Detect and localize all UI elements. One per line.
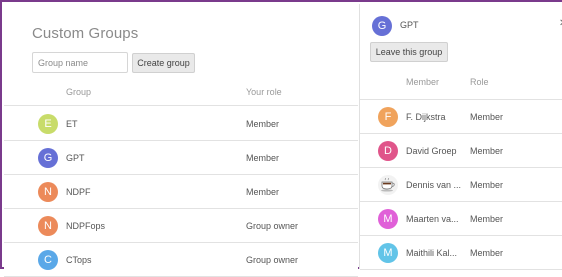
group-avatar: G [38, 148, 58, 168]
member-name: Maithili Kal... [406, 248, 458, 258]
group-avatar: N [38, 216, 58, 236]
coffee-cup-icon [378, 175, 398, 195]
group-avatar-initial: N [44, 220, 52, 232]
member-avatar-initial: M [383, 213, 393, 225]
group-name: NDPFops [66, 221, 106, 231]
column-header-member: Member [406, 77, 440, 87]
column-header-role: Role [470, 77, 489, 87]
member-role: Member [470, 248, 504, 258]
member-avatar-initial: M [383, 247, 393, 259]
member-row[interactable]: M Maithili Kal... Member [360, 236, 562, 270]
member-name: F. Dijkstra [406, 112, 446, 122]
leave-group-button[interactable]: Leave this group [370, 42, 448, 62]
group-avatar-initial: G [43, 152, 53, 164]
groups-panel: Custom Groups Create group Group Your ro… [4, 4, 358, 277]
group-role: Group owner [246, 255, 299, 265]
group-avatar: N [38, 182, 58, 202]
member-row[interactable]: Dennis van ... Member [360, 168, 562, 202]
column-header-group: Group [66, 87, 92, 97]
group-role: Group owner [246, 221, 299, 231]
group-name-input[interactable] [32, 52, 128, 73]
group-avatar: E [38, 114, 58, 134]
member-row[interactable]: F F. Dijkstra Member [360, 100, 562, 134]
member-name: Dennis van ... [406, 180, 462, 190]
group-name: CTops [66, 255, 92, 265]
member-name: Maarten va... [406, 214, 459, 224]
member-row[interactable]: M Maarten va... Member [360, 202, 562, 236]
create-group-button[interactable]: Create group [132, 53, 195, 73]
member-avatar: M [378, 243, 398, 263]
members-table-header: Member Role [360, 66, 562, 100]
group-row[interactable]: N NDPF Member [4, 175, 358, 209]
member-avatar-initial: D [384, 145, 392, 157]
member-avatar: M [378, 209, 398, 229]
group-detail-title: GPT [400, 20, 419, 30]
member-role: Member [470, 146, 504, 156]
member-role: Member [470, 214, 504, 224]
group-avatar-initial: E [44, 118, 52, 130]
page-title: Custom Groups [32, 25, 139, 42]
group-row[interactable]: C CTops Group owner [4, 243, 358, 277]
column-header-your-role: Your role [246, 87, 282, 97]
member-name: David Groep [406, 146, 457, 156]
group-role: Member [246, 187, 280, 197]
group-avatar-initial: N [44, 186, 52, 198]
member-avatar: F [378, 107, 398, 127]
groups-table-header: Group Your role [4, 80, 358, 106]
group-row[interactable]: N NDPFops Group owner [4, 209, 358, 243]
group-name: NDPF [66, 187, 91, 197]
member-avatar-initial: F [384, 111, 392, 123]
group-avatar-initial: C [44, 254, 52, 266]
group-role: Member [246, 153, 280, 163]
group-name: ET [66, 119, 78, 129]
group-avatar: C [38, 250, 58, 270]
group-detail-panel: G GPT ✕ Leave this group Member Role FF.… [359, 4, 562, 270]
member-role: Member [470, 180, 504, 190]
member-avatar: D [378, 141, 398, 161]
member-role: Member [470, 112, 504, 122]
group-row[interactable]: E ET Member [4, 107, 358, 141]
member-row[interactable]: D David Groep Member [360, 134, 562, 168]
group-avatar-initial: G [377, 20, 387, 32]
app-frame: Custom Groups Create group Group Your ro… [0, 0, 562, 277]
group-role: Member [246, 119, 280, 129]
group-avatar: G [372, 16, 392, 36]
group-name: GPT [66, 153, 85, 163]
group-row[interactable]: G GPT Member [4, 141, 358, 175]
